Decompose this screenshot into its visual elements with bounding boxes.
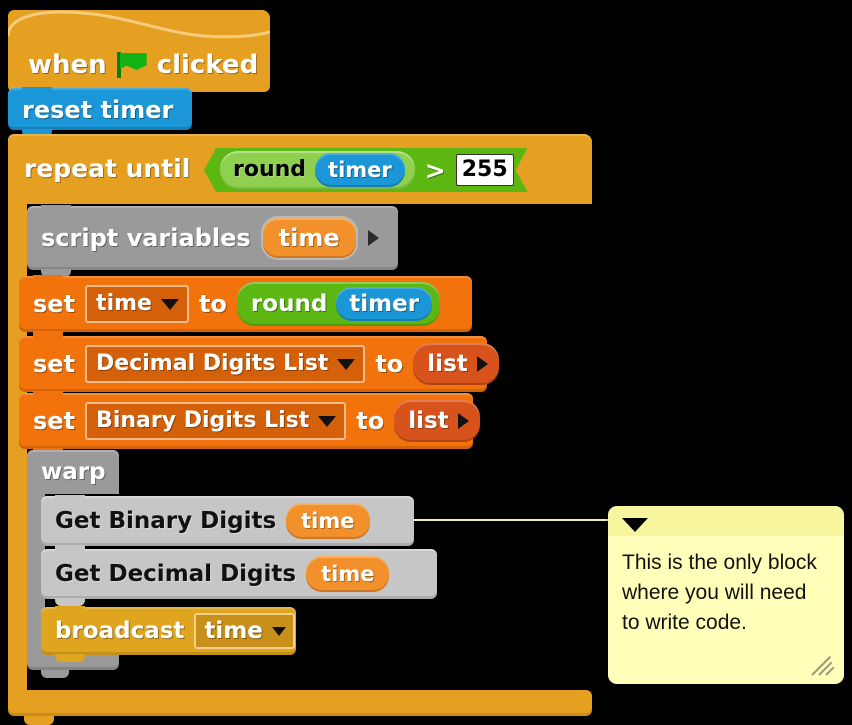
broadcast-label: broadcast: [55, 617, 185, 644]
get-binary-digits-block[interactable]: Get Binary Digits time: [41, 495, 414, 553]
round-label: round: [233, 157, 307, 182]
arrow-right-icon[interactable]: [457, 413, 469, 429]
when-green-flag-clicked-block[interactable]: when clicked: [8, 10, 270, 96]
list-label: list: [408, 407, 449, 434]
when-label: when: [28, 50, 107, 80]
comment-bubble[interactable]: This is the only block where you will ne…: [608, 506, 844, 684]
set-decimal-digits-list-block[interactable]: set Decimal Digits List to list: [19, 335, 499, 399]
set-variable-dropdown[interactable]: Binary Digits List: [85, 402, 347, 440]
chevron-down-icon: [271, 626, 286, 636]
script-variable-time-slot[interactable]: time: [260, 216, 358, 260]
block-bottom-nub: [55, 654, 85, 662]
arrow-right-icon[interactable]: [476, 356, 488, 372]
broadcast-block[interactable]: broadcast time: [41, 606, 296, 662]
repeat-until-footer: [8, 690, 592, 716]
script-variable-name: time: [278, 224, 340, 252]
round-reporter[interactable]: round timer: [220, 151, 415, 189]
comment-header[interactable]: [608, 506, 844, 536]
to-label: to: [375, 350, 404, 378]
get-binary-digits-label: Get Binary Digits: [55, 507, 277, 534]
script-variables-label: script variables: [41, 224, 251, 252]
to-label: to: [356, 407, 385, 435]
triangle-down-icon[interactable]: [622, 518, 648, 532]
timer-label: timer: [328, 157, 392, 182]
set-binary-digits-list-block[interactable]: set Binary Digits List to list: [19, 392, 480, 456]
set-label: set: [33, 290, 76, 318]
green-flag-icon: [116, 52, 147, 78]
timer-variable-reporter[interactable]: timer: [336, 287, 433, 321]
comment-text: This is the only block where you will ne…: [622, 551, 817, 634]
get-decimal-digits-block[interactable]: Get Decimal Digits time: [41, 548, 437, 606]
script-variables-block[interactable]: script variables time: [27, 205, 398, 277]
time-argument-label: time: [321, 561, 375, 586]
resize-handle-icon[interactable]: [810, 650, 836, 676]
chevron-down-icon: [337, 358, 356, 370]
time-argument-slot[interactable]: time: [286, 503, 370, 539]
list-reporter[interactable]: list: [394, 400, 480, 442]
warp-label: warp: [41, 459, 106, 485]
set-variable-name: Decimal Digits List: [96, 351, 329, 376]
round-reporter[interactable]: round timer: [236, 282, 441, 326]
warp-bottom-nub: [41, 670, 69, 678]
get-decimal-digits-label: Get Decimal Digits: [55, 560, 297, 587]
reset-timer-block[interactable]: reset timer: [8, 87, 192, 137]
time-argument-slot[interactable]: time: [306, 556, 390, 592]
clicked-label: clicked: [156, 50, 259, 80]
timer-variable-reporter[interactable]: timer: [315, 153, 405, 187]
broadcast-message-name: time: [204, 617, 263, 644]
time-argument-label: time: [301, 508, 355, 533]
comment-connector-line: [414, 519, 610, 521]
round-label: round: [250, 290, 328, 317]
timer-label: timer: [349, 290, 420, 317]
to-label: to: [198, 290, 227, 318]
block-top-notch: [22, 87, 52, 94]
set-variable-name: Binary Digits List: [96, 408, 310, 433]
chevron-down-icon: [160, 298, 179, 310]
arrow-right-icon[interactable]: [367, 230, 379, 246]
repeat-until-bottom-nub: [24, 716, 54, 725]
compare-value-input[interactable]: 255: [455, 154, 514, 186]
set-variable-name: time: [96, 291, 152, 316]
repeat-until-label: repeat until: [24, 154, 191, 183]
list-label: list: [427, 350, 468, 377]
set-label: set: [33, 407, 76, 435]
set-time-block[interactable]: set time to round timer: [19, 275, 472, 339]
compare-value-text: 255: [461, 157, 508, 182]
set-label: set: [33, 350, 76, 378]
block-bottom-nub: [55, 598, 85, 606]
greater-than-predicate[interactable]: round timer > 255: [204, 148, 528, 192]
scratch-script-canvas: when clicked reset timer repeat until ro…: [0, 0, 852, 725]
reset-timer-label: reset timer: [22, 96, 174, 124]
hat-block-curve: [8, 10, 270, 50]
broadcast-message-dropdown[interactable]: time: [194, 613, 295, 649]
greater-than-operator-label: >: [424, 155, 446, 185]
set-variable-dropdown[interactable]: Decimal Digits List: [85, 345, 366, 383]
list-reporter[interactable]: list: [413, 343, 499, 385]
chevron-down-icon: [318, 415, 337, 427]
set-variable-dropdown[interactable]: time: [85, 285, 189, 323]
